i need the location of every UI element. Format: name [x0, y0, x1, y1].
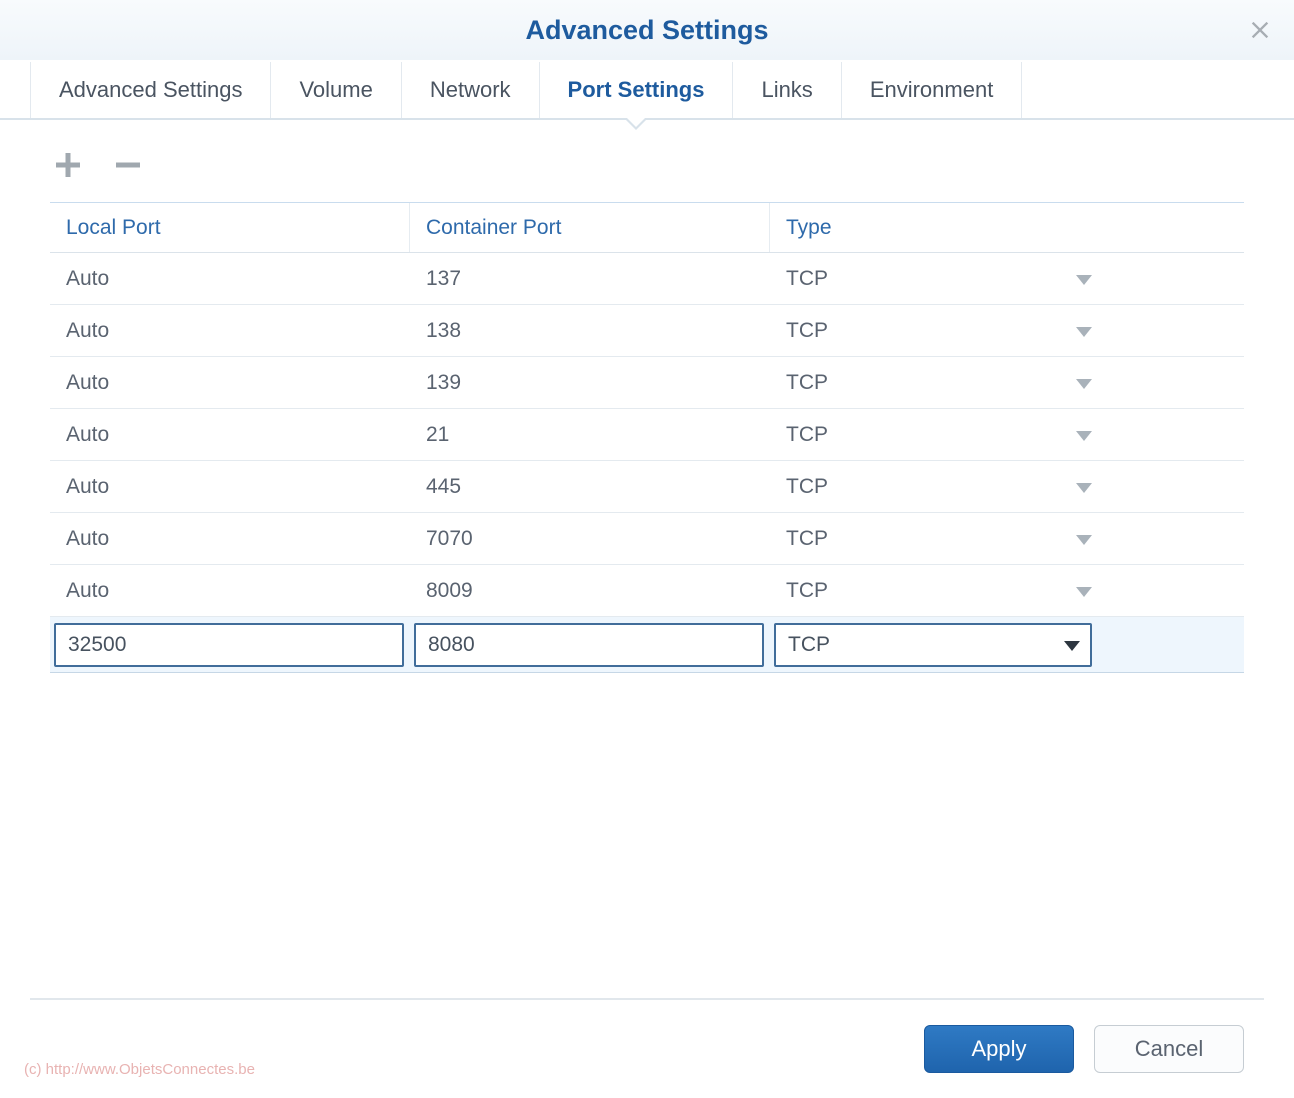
cell-local-port[interactable]: Auto [50, 565, 410, 616]
close-button[interactable] [1244, 14, 1276, 46]
dialog: Advanced Settings Advanced Settings Volu… [0, 0, 1294, 1098]
th-container-port[interactable]: Container Port [410, 203, 770, 252]
tab-links[interactable]: Links [732, 62, 840, 118]
type-value: TCP [786, 579, 828, 603]
cell-container-port[interactable]: 445 [410, 461, 770, 512]
table-row[interactable]: Auto445 TCP [50, 461, 1244, 513]
type-value: TCP [786, 423, 828, 447]
type-value: TCP [786, 267, 828, 291]
cell-type[interactable]: TCP [770, 461, 1100, 512]
table-row[interactable]: Auto7070 TCP [50, 513, 1244, 565]
table-row[interactable]: Auto139 TCP [50, 357, 1244, 409]
dialog-title: Advanced Settings [525, 15, 768, 46]
tab-advanced-settings[interactable]: Advanced Settings [30, 62, 270, 118]
cell-local-port[interactable]: Auto [50, 513, 410, 564]
minus-icon [113, 150, 143, 180]
th-type[interactable]: Type [770, 203, 1100, 252]
tabs: Advanced Settings Volume Network Port Se… [0, 62, 1294, 120]
chevron-down-icon [1064, 633, 1080, 657]
plus-icon [53, 150, 83, 180]
tab-label: Network [430, 77, 511, 103]
type-value: TCP [786, 475, 828, 499]
cell-container-port[interactable]: 138 [410, 305, 770, 356]
cell-type[interactable]: TCP [770, 357, 1100, 408]
type-value: TCP [786, 371, 828, 395]
chevron-down-icon [1076, 423, 1092, 447]
table-row[interactable]: Auto138 TCP [50, 305, 1244, 357]
cell-type[interactable]: TCP [770, 305, 1100, 356]
content: Local Port Container Port Type Auto137TC… [0, 120, 1294, 998]
table-body: Auto137TCPAuto138TCPAuto139TCPAuto21TCPA… [50, 253, 1244, 673]
local-port-input[interactable] [54, 623, 404, 667]
apply-button[interactable]: Apply [924, 1025, 1074, 1073]
cell-type[interactable]: TCP [770, 513, 1100, 564]
chevron-down-icon [1076, 579, 1092, 603]
chevron-down-icon [1076, 527, 1092, 551]
cell-container-port[interactable]: 21 [410, 409, 770, 460]
remove-button[interactable] [110, 147, 146, 183]
chevron-down-icon [1076, 319, 1092, 343]
tab-label: Advanced Settings [59, 77, 242, 103]
cell-type[interactable]: TCP [770, 409, 1100, 460]
toolbar [50, 140, 1244, 190]
tab-port-settings[interactable]: Port Settings [539, 62, 733, 118]
cell-type[interactable]: TCP [770, 253, 1100, 304]
chevron-down-icon [1076, 371, 1092, 395]
tab-environment[interactable]: Environment [841, 62, 1023, 118]
watermark: (c) http://www.ObjetsConnectes.be [24, 1061, 255, 1078]
th-local-port[interactable]: Local Port [50, 203, 410, 252]
cell-local-port[interactable]: Auto [50, 305, 410, 356]
tab-label: Volume [299, 77, 372, 103]
button-label: Apply [971, 1036, 1026, 1062]
cell-local-port[interactable]: Auto [50, 461, 410, 512]
dialog-footer: (c) http://www.ObjetsConnectes.be Apply … [30, 998, 1264, 1098]
cancel-button[interactable]: Cancel [1094, 1025, 1244, 1073]
tab-label: Links [761, 77, 812, 103]
chevron-down-icon [1076, 267, 1092, 291]
table-row[interactable]: Auto21 TCP [50, 409, 1244, 461]
tab-volume[interactable]: Volume [270, 62, 400, 118]
type-value: TCP [786, 319, 828, 343]
cell-container-port[interactable]: 8009 [410, 565, 770, 616]
add-button[interactable] [50, 147, 86, 183]
cell-type[interactable]: TCP [770, 565, 1100, 616]
cell-container-port[interactable]: 139 [410, 357, 770, 408]
table-row[interactable]: Auto8009 TCP [50, 565, 1244, 617]
table-row[interactable]: Auto137 TCP [50, 253, 1244, 305]
port-table: Local Port Container Port Type Auto137TC… [50, 202, 1244, 998]
type-select[interactable]: TCP [774, 623, 1092, 667]
dialog-header: Advanced Settings [0, 0, 1294, 60]
tab-label: Environment [870, 77, 994, 103]
cell-local-port[interactable]: Auto [50, 253, 410, 304]
cell-container-port[interactable]: 137 [410, 253, 770, 304]
container-port-input[interactable] [414, 623, 764, 667]
cell-container-port[interactable]: 7070 [410, 513, 770, 564]
tab-network[interactable]: Network [401, 62, 539, 118]
button-label: Cancel [1135, 1036, 1203, 1062]
cell-local-port[interactable]: Auto [50, 357, 410, 408]
type-value: TCP [788, 633, 830, 657]
close-icon [1249, 19, 1271, 41]
type-value: TCP [786, 527, 828, 551]
chevron-down-icon [1076, 475, 1092, 499]
table-row-editing[interactable]: TCP [50, 617, 1244, 673]
cell-local-port[interactable]: Auto [50, 409, 410, 460]
table-header: Local Port Container Port Type [50, 203, 1244, 253]
tab-label: Port Settings [568, 77, 705, 103]
